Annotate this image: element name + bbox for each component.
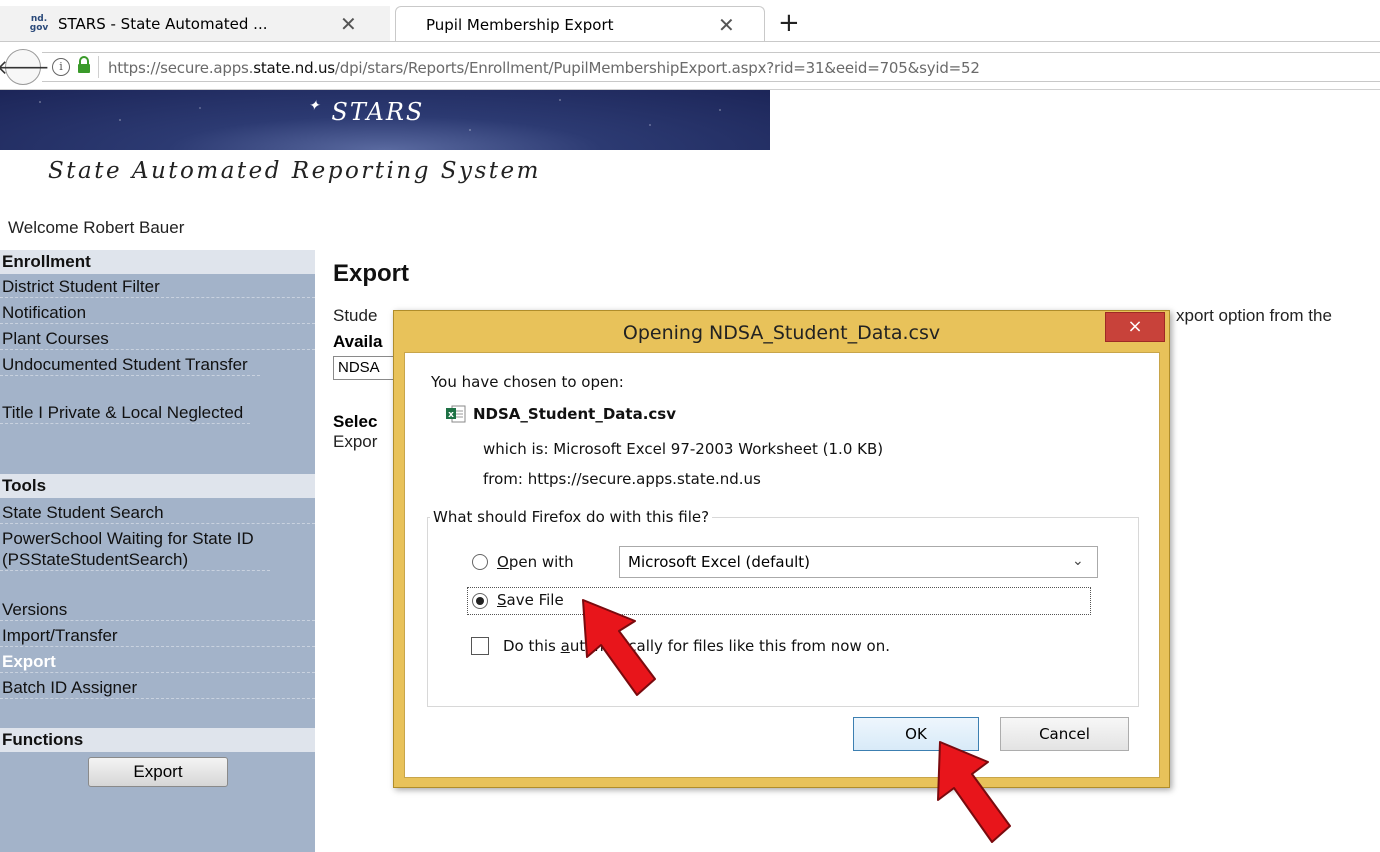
chosen-to-open-text: You have chosen to open: — [431, 373, 624, 391]
annotation-arrow-icon — [582, 599, 656, 696]
available-label: Availa — [333, 332, 383, 351]
tab-pupil-membership-export[interactable]: Pupil Membership Export ✕ — [395, 6, 765, 42]
chevron-down-icon[interactable]: ⌄ — [1072, 552, 1084, 569]
export-button[interactable]: Export — [88, 757, 228, 787]
dialog-title: Opening NDSA_Student_Data.csv — [622, 322, 941, 344]
open-with-label[interactable]: Open with — [497, 553, 574, 571]
export-label: Expor — [333, 432, 378, 451]
star-icon: ✦ — [308, 98, 322, 114]
file-name: NDSA_Student_Data.csv — [473, 405, 676, 423]
sidebar-item-undocumented-student-transfer[interactable]: Undocumented Student Transfer — [0, 354, 260, 376]
svg-text:x: x — [448, 410, 454, 420]
annotation-arrow-icon — [937, 741, 1011, 843]
save-file-label[interactable]: Save File — [497, 591, 564, 609]
description-text-end: xport option from the — [1176, 306, 1332, 325]
sidebar-section-functions: Functions — [0, 728, 315, 752]
sidebar-item-district-student-filter[interactable]: District Student Filter — [0, 276, 315, 298]
tab-label: STARS - State Automated ... — [58, 15, 268, 33]
file-type-text: which is: Microsoft Excel 97-2003 Worksh… — [483, 440, 884, 458]
sidebar-item-title-i-private-local-neglected[interactable]: Title I Private & Local Neglected — [0, 402, 250, 424]
close-tab-icon[interactable]: ✕ — [340, 12, 357, 36]
close-icon[interactable]: × — [1105, 312, 1165, 342]
divider — [98, 56, 99, 78]
sidebar-item-import-transfer[interactable]: Import/Transfer — [0, 625, 315, 647]
application-select[interactable]: Microsoft Excel (default) — [619, 546, 1098, 578]
lock-icon[interactable] — [76, 56, 92, 74]
url-text[interactable]: https://secure.apps.state.nd.us/dpi/star… — [108, 59, 980, 77]
page-title: Export — [333, 260, 410, 287]
sidebar-item-state-student-search[interactable]: State Student Search — [0, 502, 315, 524]
action-question: What should Firefox do with this file? — [430, 508, 713, 526]
tab-label: Pupil Membership Export — [426, 15, 614, 34]
new-tab-icon[interactable]: + — [778, 8, 800, 38]
open-with-radio[interactable] — [472, 554, 488, 570]
sidebar-section-tools: Tools — [0, 474, 315, 498]
sidebar-item-notification[interactable]: Notification — [0, 302, 315, 324]
auto-checkbox[interactable] — [471, 637, 489, 655]
sidebar-section-enrollment: Enrollment — [0, 250, 315, 274]
sidebar-item-plant-courses[interactable]: Plant Courses — [0, 328, 315, 350]
sidebar-item-versions[interactable]: Versions — [0, 599, 315, 621]
banner-subtitle: State Automated Reporting System — [48, 158, 541, 184]
info-icon[interactable]: i — [52, 58, 70, 76]
back-arrow-icon[interactable]: 🡐 — [0, 49, 50, 85]
tab-stars[interactable]: nd. gov STARS - State Automated ... ✕ — [0, 6, 390, 42]
nd-gov-favicon-icon: nd. gov — [29, 14, 49, 33]
description-text: Stude — [333, 306, 378, 325]
save-file-radio[interactable] — [472, 593, 488, 609]
sidebar-item-powerschool-waiting[interactable]: PowerSchool Waiting for State ID (PSStat… — [0, 528, 270, 571]
excel-file-icon: x — [446, 405, 466, 423]
sidebar-item-batch-id-assigner[interactable]: Batch ID Assigner — [0, 677, 315, 699]
banner-title: ✦ STARS — [308, 98, 425, 126]
sidebar-item-export[interactable]: Export — [0, 651, 315, 673]
auto-checkbox-label[interactable]: Do this automatically for files like thi… — [503, 637, 890, 655]
select-label: Selec — [333, 412, 378, 431]
close-tab-icon[interactable]: ✕ — [718, 13, 735, 37]
file-source-text: from: https://secure.apps.state.nd.us — [483, 470, 761, 488]
welcome-message: Welcome Robert Bauer — [8, 218, 185, 237]
